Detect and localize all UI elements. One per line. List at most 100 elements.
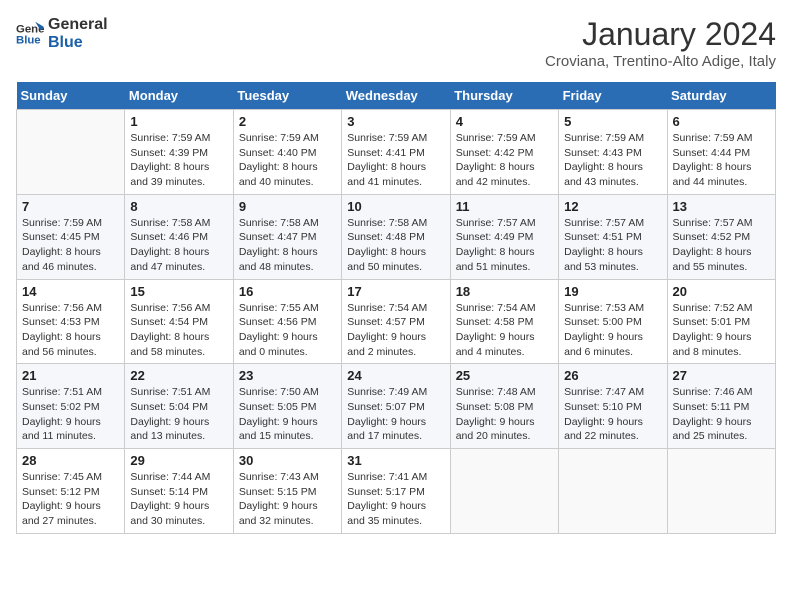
calendar-cell: 5 Sunrise: 7:59 AMSunset: 4:43 PMDaylight… <box>559 110 667 195</box>
day-info: Sunrise: 7:53 AMSunset: 5:00 PMDaylight:… <box>564 301 661 360</box>
day-number: 24 <box>347 368 444 383</box>
calendar-cell: 15Sunrise: 7:56 AMSunset: 4:54 PMDayligh… <box>125 279 233 364</box>
day-info: Sunrise: 7:41 AMSunset: 5:17 PMDaylight:… <box>347 470 444 529</box>
calendar-cell: 12 Sunrise: 7:57 AMSunset: 4:51 PMDayligh… <box>559 194 667 279</box>
calendar-header-thursday: Thursday <box>450 82 558 110</box>
day-number: 9 <box>239 199 336 214</box>
calendar-body: 1 Sunrise: 7:59 AMSunset: 4:39 PMDaylight… <box>17 110 776 534</box>
day-info: Sunrise: 7:55 AMSunset: 4:56 PMDaylight:… <box>239 301 336 360</box>
calendar-week-row: 14 Sunrise: 7:56 AMSunset: 4:53 PMDayligh… <box>17 279 776 364</box>
calendar-cell: 23Sunrise: 7:50 AMSunset: 5:05 PMDayligh… <box>233 364 341 449</box>
calendar-header-friday: Friday <box>559 82 667 110</box>
calendar-cell: 14 Sunrise: 7:56 AMSunset: 4:53 PMDayligh… <box>17 279 125 364</box>
day-number: 30 <box>239 453 336 468</box>
day-number: 12 <box>564 199 661 214</box>
day-info: Sunrise: 7:57 AMSunset: 4:51 PMDaylight:… <box>564 216 661 275</box>
calendar-cell: 16 Sunrise: 7:55 AMSunset: 4:56 PMDayligh… <box>233 279 341 364</box>
calendar-cell: 29Sunrise: 7:44 AMSunset: 5:14 PMDayligh… <box>125 449 233 534</box>
day-number: 31 <box>347 453 444 468</box>
day-number: 14 <box>22 284 119 299</box>
day-info: Sunrise: 7:59 AMSunset: 4:39 PMDaylight:… <box>130 131 227 190</box>
day-info: Sunrise: 7:58 AMSunset: 4:48 PMDaylight:… <box>347 216 444 275</box>
day-number: 27 <box>673 368 770 383</box>
calendar-cell <box>450 449 558 534</box>
calendar-week-row: 1 Sunrise: 7:59 AMSunset: 4:39 PMDaylight… <box>17 110 776 195</box>
day-info: Sunrise: 7:48 AMSunset: 5:08 PMDaylight:… <box>456 385 553 444</box>
day-number: 17 <box>347 284 444 299</box>
day-info: Sunrise: 7:59 AMSunset: 4:42 PMDaylight:… <box>456 131 553 190</box>
day-info: Sunrise: 7:47 AMSunset: 5:10 PMDaylight:… <box>564 385 661 444</box>
calendar-cell: 26 Sunrise: 7:47 AMSunset: 5:10 PMDayligh… <box>559 364 667 449</box>
day-info: Sunrise: 7:59 AMSunset: 4:41 PMDaylight:… <box>347 131 444 190</box>
logo-line2: Blue <box>48 34 108 52</box>
calendar-header-wednesday: Wednesday <box>342 82 450 110</box>
calendar-cell: 9 Sunrise: 7:58 AMSunset: 4:47 PMDaylight… <box>233 194 341 279</box>
day-number: 15 <box>130 284 227 299</box>
day-info: Sunrise: 7:52 AMSunset: 5:01 PMDaylight:… <box>673 301 770 360</box>
calendar-cell: 22Sunrise: 7:51 AMSunset: 5:04 PMDayligh… <box>125 364 233 449</box>
calendar-cell <box>559 449 667 534</box>
day-info: Sunrise: 7:58 AMSunset: 4:47 PMDaylight:… <box>239 216 336 275</box>
day-number: 29 <box>130 453 227 468</box>
calendar-cell: 7 Sunrise: 7:59 AMSunset: 4:45 PMDaylight… <box>17 194 125 279</box>
day-number: 26 <box>564 368 661 383</box>
svg-text:Blue: Blue <box>16 34 41 46</box>
day-info: Sunrise: 7:59 AMSunset: 4:40 PMDaylight:… <box>239 131 336 190</box>
calendar-header-saturday: Saturday <box>667 82 775 110</box>
day-number: 1 <box>130 114 227 129</box>
day-info: Sunrise: 7:57 AMSunset: 4:49 PMDaylight:… <box>456 216 553 275</box>
calendar-cell: 17 Sunrise: 7:54 AMSunset: 4:57 PMDayligh… <box>342 279 450 364</box>
calendar-header-tuesday: Tuesday <box>233 82 341 110</box>
location-title: Croviana, Trentino-Alto Adige, Italy <box>545 53 776 70</box>
day-number: 25 <box>456 368 553 383</box>
calendar-week-row: 21Sunrise: 7:51 AMSunset: 5:02 PMDayligh… <box>17 364 776 449</box>
day-number: 21 <box>22 368 119 383</box>
calendar-cell: 13Sunrise: 7:57 AMSunset: 4:52 PMDayligh… <box>667 194 775 279</box>
calendar-cell: 31 Sunrise: 7:41 AMSunset: 5:17 PMDayligh… <box>342 449 450 534</box>
day-number: 16 <box>239 284 336 299</box>
calendar-cell: 25 Sunrise: 7:48 AMSunset: 5:08 PMDayligh… <box>450 364 558 449</box>
day-number: 11 <box>456 199 553 214</box>
calendar-cell: 20Sunrise: 7:52 AMSunset: 5:01 PMDayligh… <box>667 279 775 364</box>
day-number: 4 <box>456 114 553 129</box>
calendar-header-row: SundayMondayTuesdayWednesdayThursdayFrid… <box>17 82 776 110</box>
day-info: Sunrise: 7:59 AMSunset: 4:44 PMDaylight:… <box>673 131 770 190</box>
day-info: Sunrise: 7:59 AMSunset: 4:43 PMDaylight:… <box>564 131 661 190</box>
day-info: Sunrise: 7:49 AMSunset: 5:07 PMDaylight:… <box>347 385 444 444</box>
calendar-cell: 6Sunrise: 7:59 AMSunset: 4:44 PMDaylight… <box>667 110 775 195</box>
calendar-cell: 4 Sunrise: 7:59 AMSunset: 4:42 PMDaylight… <box>450 110 558 195</box>
calendar-cell: 2 Sunrise: 7:59 AMSunset: 4:40 PMDaylight… <box>233 110 341 195</box>
calendar-header-monday: Monday <box>125 82 233 110</box>
calendar-cell: 19Sunrise: 7:53 AMSunset: 5:00 PMDayligh… <box>559 279 667 364</box>
month-title: January 2024 <box>545 16 776 53</box>
calendar-cell <box>17 110 125 195</box>
page-header: General Blue General Blue January 2024 C… <box>16 16 776 70</box>
calendar-cell: 10 Sunrise: 7:58 AMSunset: 4:48 PMDayligh… <box>342 194 450 279</box>
day-info: Sunrise: 7:43 AMSunset: 5:15 PMDaylight:… <box>239 470 336 529</box>
day-info: Sunrise: 7:58 AMSunset: 4:46 PMDaylight:… <box>130 216 227 275</box>
day-number: 2 <box>239 114 336 129</box>
day-number: 10 <box>347 199 444 214</box>
day-number: 13 <box>673 199 770 214</box>
day-info: Sunrise: 7:46 AMSunset: 5:11 PMDaylight:… <box>673 385 770 444</box>
logo: General Blue General Blue <box>16 16 108 51</box>
calendar-header-sunday: Sunday <box>17 82 125 110</box>
day-info: Sunrise: 7:59 AMSunset: 4:45 PMDaylight:… <box>22 216 119 275</box>
day-number: 3 <box>347 114 444 129</box>
day-number: 28 <box>22 453 119 468</box>
day-number: 7 <box>22 199 119 214</box>
logo-icon: General Blue <box>16 20 44 48</box>
day-info: Sunrise: 7:51 AMSunset: 5:04 PMDaylight:… <box>130 385 227 444</box>
calendar-week-row: 28 Sunrise: 7:45 AMSunset: 5:12 PMDayligh… <box>17 449 776 534</box>
day-info: Sunrise: 7:56 AMSunset: 4:53 PMDaylight:… <box>22 301 119 360</box>
day-info: Sunrise: 7:54 AMSunset: 4:57 PMDaylight:… <box>347 301 444 360</box>
calendar-cell: 30 Sunrise: 7:43 AMSunset: 5:15 PMDayligh… <box>233 449 341 534</box>
calendar-cell: 21Sunrise: 7:51 AMSunset: 5:02 PMDayligh… <box>17 364 125 449</box>
day-number: 18 <box>456 284 553 299</box>
logo-line1: General <box>48 16 108 34</box>
day-number: 8 <box>130 199 227 214</box>
day-info: Sunrise: 7:45 AMSunset: 5:12 PMDaylight:… <box>22 470 119 529</box>
day-number: 5 <box>564 114 661 129</box>
calendar-cell: 28 Sunrise: 7:45 AMSunset: 5:12 PMDayligh… <box>17 449 125 534</box>
calendar-table: SundayMondayTuesdayWednesdayThursdayFrid… <box>16 82 776 534</box>
